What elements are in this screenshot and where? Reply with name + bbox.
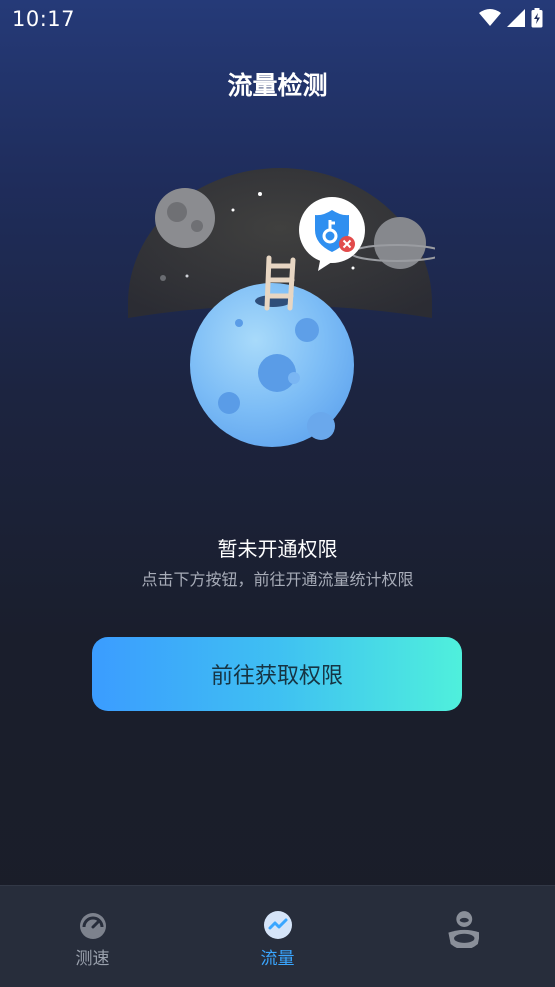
blue-moon-icon [190,283,354,447]
status-icons [479,7,543,29]
tab-profile[interactable] [370,886,555,987]
status-time: 10:17 [12,7,76,31]
tab-speed-test[interactable]: 测速 [0,886,185,987]
permission-status-title: 暂未开通权限 [217,537,338,561]
tab-speed-test-label: 测速 [75,949,110,969]
traffic-chart-icon [264,911,292,939]
battery-charging-icon [531,8,543,28]
wifi-icon [479,9,501,26]
page-title: 流量检测 [227,71,328,100]
get-permission-button-label: 前往获取权限 [210,664,343,689]
tab-traffic[interactable]: 流量 [185,886,370,987]
speedometer-icon [80,913,106,939]
get-permission-button[interactable]: 前往获取权限 [92,637,462,711]
grey-moon-icon [155,188,215,248]
tab-traffic-label: 流量 [260,949,295,969]
permission-illustration [125,168,444,458]
status-bar: 10:17 [0,0,555,38]
permission-status-subtitle: 点击下方按钮，前往开通流量统计权限 [141,570,414,589]
bottom-tab-bar: 测速 流量 [0,885,555,987]
cellular-signal-icon [507,9,525,27]
profile-icon [448,911,479,948]
